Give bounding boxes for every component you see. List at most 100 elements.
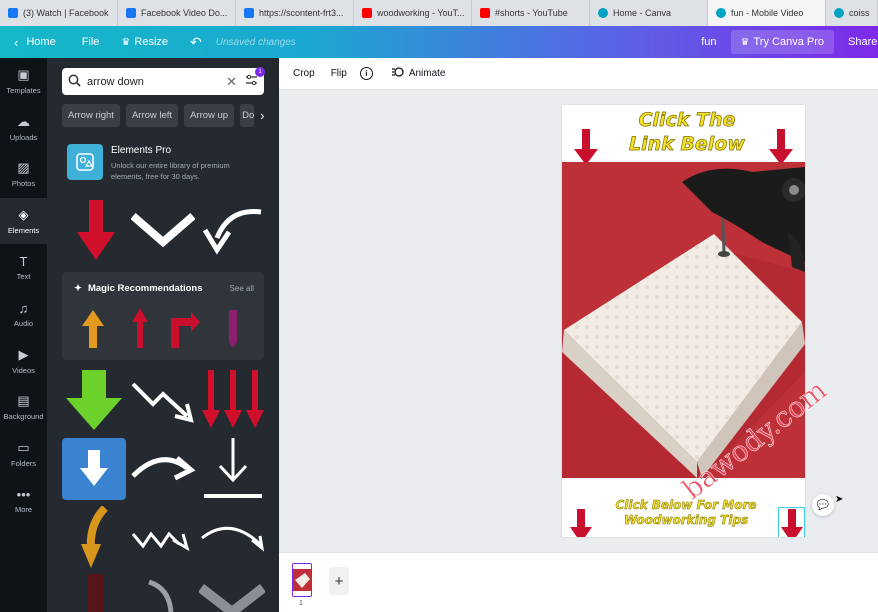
videos-icon: ▶ <box>18 346 29 362</box>
chip-arrow-right[interactable]: Arrow right <box>62 104 120 127</box>
orange-arrow-up-element[interactable] <box>80 308 106 350</box>
browser-tab[interactable]: Facebook Video Do... <box>118 0 236 26</box>
file-menu[interactable]: File <box>82 36 100 48</box>
browser-tab[interactable]: https://scontent-frt3... <box>236 0 354 26</box>
rail-item-videos[interactable]: ▶ Videos <box>0 338 47 385</box>
home-button[interactable]: ‹ Home <box>14 35 56 50</box>
browser-tab-title: coiss <box>849 8 870 18</box>
white-curved-arrow-element[interactable] <box>199 204 265 256</box>
canvas-area: Click The Link Below Click Below For Mor… <box>279 90 878 552</box>
info-icon: i <box>359 67 373 80</box>
browser-tab[interactable]: #shorts - YouTube <box>472 0 590 26</box>
comment-button[interactable]: 💬 <box>812 494 834 516</box>
rail-item-label: Folders <box>10 459 36 469</box>
design-page[interactable]: Click The Link Below Click Below For Mor… <box>562 105 805 537</box>
dark-curve-element[interactable] <box>145 578 175 612</box>
dark-red-arrow-element[interactable] <box>83 572 107 612</box>
document-title[interactable]: fun <box>701 36 716 48</box>
blue-arrow-down-tile-element[interactable] <box>62 438 126 500</box>
orange-curved-arrow-element[interactable] <box>77 506 111 570</box>
red-elbow-arrow-element[interactable] <box>167 310 201 350</box>
white-chevron-down-element[interactable] <box>131 210 195 250</box>
browser-tab[interactable]: fun - Mobile Video <box>708 0 826 26</box>
resize-button[interactable]: ♛ Resize <box>121 36 168 48</box>
chip-arrow-left[interactable]: Arrow left <box>125 104 179 127</box>
chip-down[interactable]: Down <box>240 104 255 127</box>
page-thumbnail[interactable] <box>292 563 312 597</box>
footer-line-2: Woodworking Tips <box>623 513 749 528</box>
chip-arrow-up[interactable]: Arrow up <box>184 104 235 127</box>
arrow-down-to-line-element[interactable] <box>202 436 264 502</box>
filter-icon[interactable]: 1 <box>245 67 265 89</box>
header-left-arrow[interactable] <box>572 127 600 167</box>
search-input[interactable] <box>87 75 227 88</box>
rail-item-folders[interactable]: ▭ Folders <box>0 431 47 478</box>
rail-item-more[interactable]: ••• More <box>0 477 47 524</box>
crop-button[interactable]: Crop <box>293 68 315 79</box>
white-arc-arrow-element[interactable] <box>200 518 266 558</box>
filter-count-badge: 1 <box>255 67 265 77</box>
selection-box[interactable] <box>778 507 805 537</box>
context-toolbar: Crop Flip i Animate <box>279 58 878 90</box>
header-text[interactable]: Click The Link Below <box>612 108 762 156</box>
page-thumbnail-image <box>293 564 311 596</box>
see-all-link[interactable]: See all <box>230 284 254 293</box>
green-arrow-down-element[interactable] <box>64 368 124 432</box>
rail-item-audio[interactable]: ♫ Audio <box>0 291 47 338</box>
audio-icon: ♫ <box>18 300 29 316</box>
magic-title: Magic Recommendations <box>87 283 203 294</box>
three-red-arrows-element[interactable] <box>200 368 266 430</box>
rail-item-background[interactable]: ▤ Background <box>0 384 47 431</box>
animate-button[interactable]: Animate <box>391 66 446 81</box>
rail-item-elements[interactable]: ◈ Elements <box>0 197 47 245</box>
chevron-right-icon[interactable]: › <box>260 108 264 123</box>
browser-tab[interactable]: coiss <box>826 0 878 26</box>
header-right-arrow[interactable] <box>767 127 795 167</box>
rail-item-text[interactable]: T Text <box>0 244 47 291</box>
rail-item-uploads[interactable]: ☁ Uploads <box>0 105 47 152</box>
grey-chevron-element[interactable] <box>199 584 265 612</box>
mouse-cursor-icon: ➤ <box>835 494 844 505</box>
rail-item-label: More <box>14 505 33 515</box>
canva-icon <box>716 8 726 18</box>
red-arrow-up-element[interactable] <box>130 306 150 350</box>
red-arrow-down-element[interactable] <box>75 198 117 262</box>
browser-tab-title: fun - Mobile Video <box>731 8 804 18</box>
share-button[interactable]: Share <box>848 36 878 48</box>
rail-item-photos[interactable]: ▨ Photos <box>0 151 47 198</box>
flip-button[interactable]: Flip <box>331 68 347 79</box>
text-icon: T <box>19 254 28 270</box>
white-squiggle-arrow-element[interactable] <box>131 520 197 556</box>
folder-icon: ▭ <box>17 440 30 456</box>
footer-line-1: Click Below For More <box>615 498 757 512</box>
white-curve-right-arrow-element[interactable] <box>131 448 197 488</box>
upload-icon: ☁ <box>17 113 30 129</box>
clear-search-icon[interactable]: ✕ <box>226 74 237 90</box>
white-zigzag-arrow-element[interactable] <box>131 380 197 424</box>
elements-pro-promo[interactable]: Elements Pro Unlock our entire library o… <box>62 140 267 186</box>
info-button[interactable]: i <box>359 67 373 80</box>
youtube-icon <box>362 8 372 18</box>
search-box: ✕ 1 <box>62 67 265 95</box>
try-canva-pro-button[interactable]: ♛ Try Canva Pro <box>730 30 834 54</box>
add-page-button[interactable]: + <box>329 567 349 595</box>
try-pro-label: Try Canva Pro <box>753 36 824 48</box>
search-icon <box>68 74 81 90</box>
comment-icon: 💬 <box>816 499 830 511</box>
animate-label: Animate <box>408 68 446 79</box>
footer-text[interactable]: Click Below For More Woodworking Tips <box>586 498 786 528</box>
background-icon: ▤ <box>17 393 30 409</box>
rail-item-templates[interactable]: ▣ Templates <box>0 58 47 105</box>
resize-label: Resize <box>134 36 169 48</box>
rail-item-label: Photos <box>11 179 36 189</box>
facebook-icon <box>126 8 136 18</box>
undo-button[interactable]: ↶ <box>190 34 202 51</box>
browser-tab-title: https://scontent-frt3... <box>259 8 344 18</box>
purple-arrow-element[interactable] <box>225 308 241 350</box>
browser-tab[interactable]: Home - Canva <box>590 0 708 26</box>
editor-top-bar: ‹ Home File ♛ Resize ↶ Unsaved changes f… <box>0 26 878 58</box>
browser-tab[interactable]: woodworking - YouT... <box>354 0 472 26</box>
home-label: Home <box>26 36 56 48</box>
browser-tab[interactable]: (3) Watch | Facebook <box>0 0 118 26</box>
browser-tab-title: Home - Canva <box>613 8 672 18</box>
